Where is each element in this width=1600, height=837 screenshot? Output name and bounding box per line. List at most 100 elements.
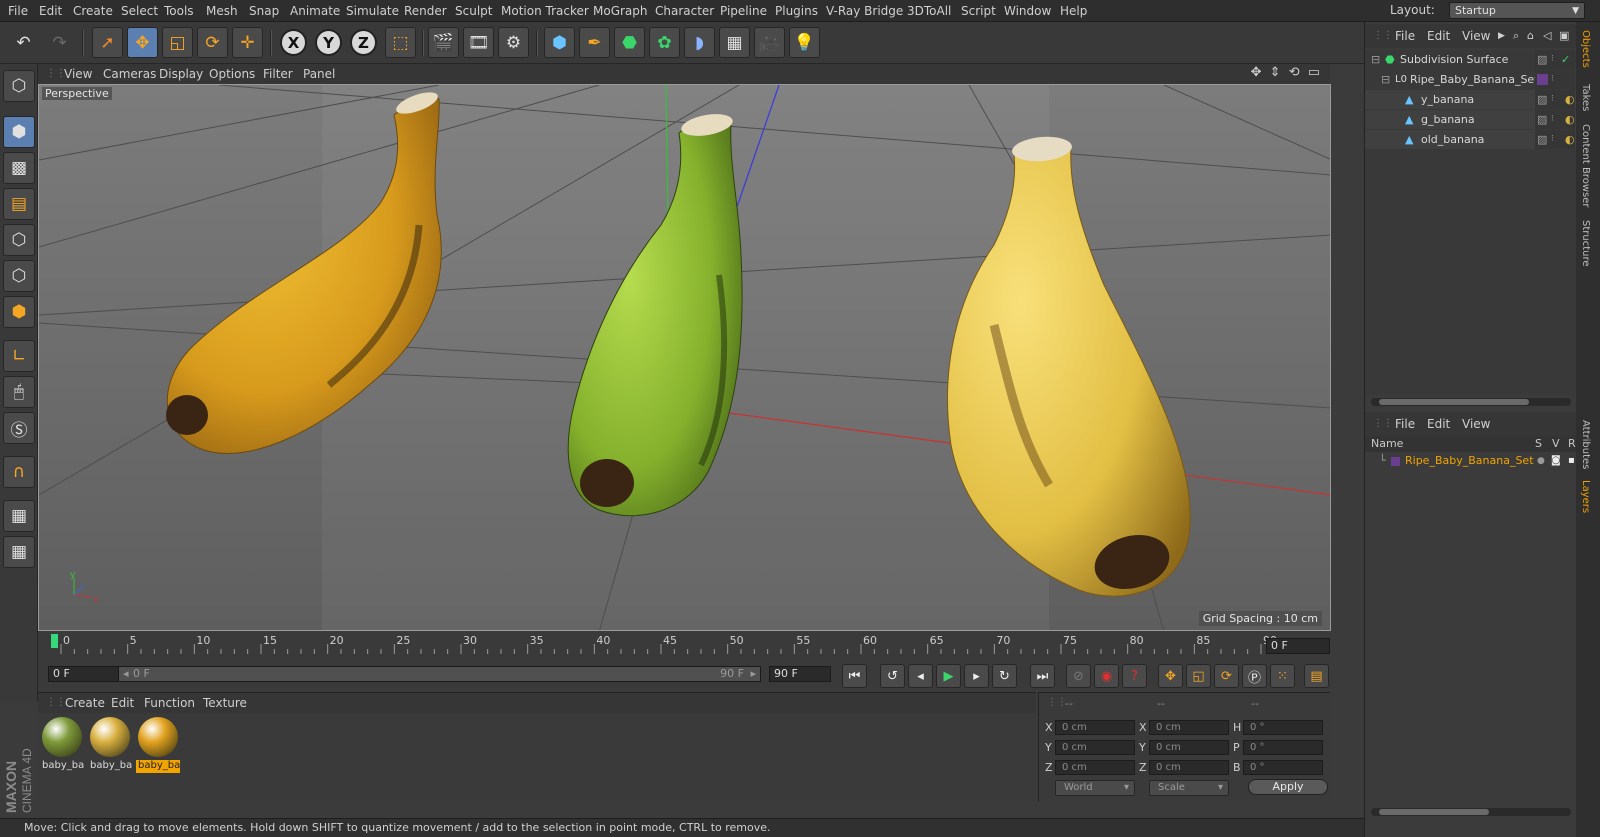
chevron-right-icon[interactable]: ▶ [1498, 31, 1505, 41]
menu-window[interactable]: Window [1004, 4, 1051, 18]
layer-scrollbar[interactable] [1371, 808, 1571, 816]
key-position-button[interactable]: ✥ [1158, 664, 1183, 688]
end-frame-input[interactable]: 90 F [769, 666, 831, 682]
menu-edit[interactable]: Edit [39, 4, 62, 18]
new-window-icon[interactable]: ▣ [1559, 29, 1569, 42]
y-axis-toggle[interactable]: Y [315, 29, 342, 56]
timeline-ruler[interactable]: 051015202530354045505560657075808590 [38, 632, 1330, 660]
subdivision-surface-button[interactable]: ⬣ [614, 27, 645, 58]
timeline-window-button[interactable]: ▤ [1304, 664, 1329, 688]
objects-menu-edit[interactable]: Edit [1427, 29, 1450, 43]
undo-button[interactable]: ↶ [8, 27, 39, 58]
menu-motion-tracker[interactable]: Motion Tracker [501, 4, 589, 18]
material-menu-texture[interactable]: Texture [203, 696, 247, 710]
workplane-align-button[interactable]: ▦ [3, 536, 35, 568]
material-tag-icon[interactable]: ◐ [1565, 90, 1575, 109]
menu-create[interactable]: Create [73, 4, 113, 18]
objects-menu-view[interactable]: View [1462, 29, 1490, 43]
key-parameter-button[interactable]: Ⓟ [1242, 664, 1267, 688]
material-tag-icon[interactable]: ◐ [1565, 130, 1575, 149]
menu-snap[interactable]: Snap [249, 4, 279, 18]
back-icon[interactable]: ◁ [1543, 29, 1551, 42]
search-icon[interactable]: ⌕ [1513, 29, 1519, 43]
menu-script[interactable]: Script [961, 4, 996, 18]
eye-icon[interactable]: ◙ [1551, 453, 1561, 469]
tab-takes[interactable]: Takes [1580, 84, 1591, 111]
apply-button[interactable]: Apply [1248, 779, 1328, 795]
scrollbar-thumb[interactable] [1379, 399, 1529, 405]
objects-menu-file[interactable]: File [1395, 29, 1415, 43]
size-y-field[interactable]: 0 cm [1149, 740, 1229, 755]
goto-prev-keyframe-button[interactable]: ↺ [880, 664, 905, 688]
viewport-menu-filter[interactable]: Filter [263, 67, 293, 81]
current-frame-input[interactable]: 0 F [1266, 638, 1330, 654]
menu-mograph[interactable]: MoGraph [593, 4, 648, 18]
object-row[interactable]: ▲ old_banana ▨ ⁝ ◐ [1365, 130, 1577, 149]
tweak-mode-button[interactable]: 🖱 [3, 376, 35, 408]
texture-mode-button[interactable]: ▩ [3, 152, 35, 184]
layer-swatch-icon[interactable]: ▨ [1537, 90, 1547, 109]
material-menu-edit[interactable]: Edit [111, 696, 134, 710]
deformer-button[interactable]: ◗ [684, 27, 715, 58]
menu-file[interactable]: File [8, 4, 28, 18]
polygons-mode-button[interactable]: ⬢ [3, 296, 35, 328]
menu-3dtoall[interactable]: 3DToAll [907, 4, 951, 18]
coordinate-system-button[interactable]: ⬚ [385, 27, 416, 58]
material-swatch-selected[interactable]: baby_ba [136, 717, 180, 773]
axis-mode-button[interactable]: ∟ [3, 340, 35, 372]
perspective-viewport[interactable]: y x Perspective Grid Spacing : 10 cm [38, 84, 1331, 631]
tab-attributes[interactable]: Attributes [1580, 420, 1591, 469]
tab-objects[interactable]: Objects [1580, 30, 1591, 68]
layer-row[interactable]: └ Ripe_Baby_Banana_Set ● ◙ ▪ [1365, 453, 1577, 469]
camera-label[interactable]: Perspective [42, 87, 112, 100]
record-disabled-button[interactable]: ⊘ [1066, 664, 1091, 688]
object-scrollbar[interactable] [1371, 398, 1571, 406]
layer-col-render[interactable]: R [1568, 436, 1576, 452]
layers-menu-view[interactable]: View [1462, 417, 1490, 431]
scale-tool-button[interactable]: ◱ [162, 27, 193, 58]
layer-color-swatch[interactable] [1391, 457, 1400, 466]
checkmark-icon[interactable]: ✓ [1561, 50, 1570, 69]
home-icon[interactable]: ⌂ [1527, 29, 1534, 42]
menu-select[interactable]: Select [121, 4, 158, 18]
visibility-dots-icon[interactable]: ⁝ [1551, 110, 1554, 129]
make-editable-button[interactable]: ⬡ [3, 70, 35, 102]
move-tool-button[interactable]: ✥ [127, 27, 158, 58]
menu-animate[interactable]: Animate [290, 4, 340, 18]
render-settings-button[interactable]: ⚙ [498, 27, 529, 58]
playhead[interactable] [51, 634, 58, 648]
spline-pen-button[interactable]: ✒ [579, 27, 610, 58]
layer-col-view[interactable]: V [1552, 436, 1560, 452]
layer-color-swatch[interactable] [1537, 74, 1548, 85]
object-row[interactable]: ⊟ ⬣ Subdivision Surface ▨ ⁝ ✓ [1365, 50, 1577, 69]
goto-next-keyframe-button[interactable]: ↻ [992, 664, 1017, 688]
model-mode-button[interactable]: ⬢ [3, 116, 35, 148]
layers-menu-file[interactable]: File [1395, 417, 1415, 431]
mograph-cloner-button[interactable]: ✿ [649, 27, 680, 58]
layer-swatch-icon[interactable]: ▨ [1537, 50, 1547, 69]
viewport-menu-options[interactable]: Options [209, 67, 255, 81]
frame-range-slider[interactable]: ◂ 0 F 90 F ▸ [118, 666, 761, 682]
coordinate-space-dropdown[interactable]: World ▾ [1055, 780, 1135, 796]
workplane-lock-button[interactable]: ▦ [3, 500, 35, 532]
start-frame-input[interactable]: 0 F [48, 666, 120, 682]
live-selection-button[interactable]: ➚ [92, 27, 123, 58]
menu-sculpt[interactable]: Sculpt [455, 4, 492, 18]
rotate-tool-button[interactable]: ⟳ [197, 27, 228, 58]
menu-tools[interactable]: Tools [164, 4, 194, 18]
visibility-dots-icon[interactable]: ⁝ [1551, 70, 1554, 89]
menu-vray-bridge[interactable]: V-Ray Bridge [826, 4, 903, 18]
material-menu-function[interactable]: Function [144, 696, 195, 710]
visibility-dots-icon[interactable]: ⁝ [1551, 50, 1554, 69]
workplane-mode-button[interactable]: ▤ [3, 188, 35, 220]
menu-simulate[interactable]: Simulate [346, 4, 399, 18]
goto-next-frame-button[interactable]: ▸ [964, 664, 989, 688]
size-z-field[interactable]: 0 cm [1149, 760, 1229, 775]
render-icon[interactable]: ▪ [1568, 453, 1575, 469]
pos-y-field[interactable]: 0 cm [1055, 740, 1135, 755]
tab-structure[interactable]: Structure [1580, 220, 1591, 267]
menu-plugins[interactable]: Plugins [775, 4, 818, 18]
viewport-menu-cameras[interactable]: Cameras [103, 67, 156, 81]
solo-mode-button[interactable]: Ⓢ [3, 412, 35, 444]
material-swatch[interactable]: baby_ba [40, 717, 84, 773]
